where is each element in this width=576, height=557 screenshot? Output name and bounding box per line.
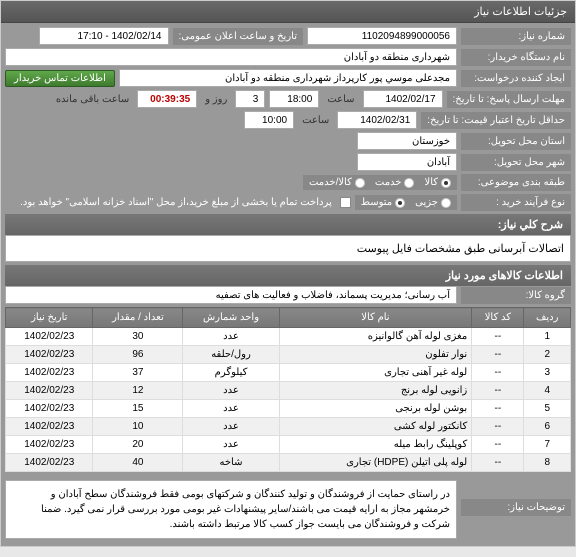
table-row[interactable]: 3--لوله غیر آهنی تجاریکیلوگرم371402/02/2…	[6, 364, 571, 382]
radio-small[interactable]: جزیی	[415, 197, 451, 208]
buyer-label: نام دستگاه خریدار:	[461, 49, 571, 66]
table-row[interactable]: 8--لوله پلی اتیلن (HDPE) تجاریشاخه401402…	[6, 454, 571, 472]
validity-date: 1402/02/31	[337, 111, 417, 129]
buyer-value: شهرداری منطقه دو آبادان	[5, 48, 457, 66]
radio-medium[interactable]: متوسط	[361, 197, 405, 208]
need-no-label: شماره نیاز:	[461, 28, 571, 45]
announce-value: 1402/02/14 - 17:10	[39, 27, 169, 45]
validity-time: 10:00	[244, 111, 294, 129]
province-label: استان محل تحویل:	[461, 133, 571, 150]
radio-service[interactable]: خدمت	[375, 177, 415, 188]
panel-title: جزئیات اطلاعات نیاز	[1, 1, 575, 23]
treasury-note: پرداخت تمام یا بخشی از مبلغ خرید،از محل …	[16, 197, 336, 208]
col-qty: تعداد / مقدار	[93, 308, 183, 328]
countdown-timer: 00:39:35	[137, 90, 197, 108]
radio-both[interactable]: کالا/خدمت	[309, 177, 365, 188]
goods-table: ردیف کد کالا نام کالا واحد شمارش تعداد /…	[5, 307, 571, 472]
category-label: طبقه بندی موضوعی:	[461, 174, 571, 191]
notes-label: توضیحات نیاز:	[461, 499, 571, 516]
need-title-value: اتصالات آبرسانی طبق مشخصات فایل پیوست	[5, 235, 571, 262]
need-title-section: شرح كلي نياز:	[5, 214, 571, 235]
timer-label: ساعت باقی مانده	[52, 94, 133, 105]
col-row: ردیف	[524, 308, 571, 328]
col-unit: واحد شمارش	[183, 308, 279, 328]
deadline-time: 18:00	[269, 90, 319, 108]
table-row[interactable]: 6--کانکتور لوله کشیعدد101402/02/23	[6, 418, 571, 436]
table-row[interactable]: 7--کوپلینگ رابط میلهعدد201402/02/23	[6, 436, 571, 454]
col-date: تاریخ نیاز	[6, 308, 93, 328]
announce-label: تاریخ و ساعت اعلان عمومی:	[173, 28, 304, 45]
deadline-date: 1402/02/17	[363, 90, 443, 108]
validity-label: حداقل تاریخ اعتبار قیمت: تا تاریخ:	[421, 112, 571, 129]
days-remain: 3	[235, 90, 265, 108]
city-value: آبادان	[357, 153, 457, 171]
need-no-value: 1102094899000056	[307, 27, 457, 45]
days-label: روز و	[201, 94, 231, 105]
notes-text: در راستای حمایت از فروشندگان و تولید کنن…	[5, 480, 457, 539]
table-row[interactable]: 2--نوار تفلونرول/حلقه961402/02/23	[6, 346, 571, 364]
category-radio-group: کالا خدمت کالا/خدمت	[303, 175, 457, 190]
creator-label: ایجاد کننده درخواست:	[461, 70, 571, 87]
table-row[interactable]: 1--مغزی لوله آهن گالوانیزهعدد301402/02/2…	[6, 328, 571, 346]
purchase-type-label: نوع فرآیند خرید :	[461, 194, 571, 211]
city-label: شهر محل تحویل:	[461, 154, 571, 171]
province-value: خوزستان	[357, 132, 457, 150]
creator-value: مجدعلی موسي پور کارپرداز شهرداری منطقه د…	[119, 69, 457, 87]
col-name: نام کالا	[279, 308, 472, 328]
time-label-2: ساعت	[298, 115, 333, 126]
table-row[interactable]: 5--بوشن لوله برنجیعدد151402/02/23	[6, 400, 571, 418]
group-value: آب رسانی؛ مدیریت پسماند، فاضلاب و فعالیت…	[5, 286, 457, 304]
contact-buyer-button[interactable]: اطلاعات تماس خریدار	[5, 70, 115, 87]
group-label: گروه کالا:	[461, 287, 571, 304]
time-label-1: ساعت	[323, 94, 358, 105]
deadline-label: مهلت ارسال پاسخ: تا تاریخ:	[447, 91, 571, 108]
col-code: کد کالا	[472, 308, 524, 328]
table-row[interactable]: 4--زانویی لوله برنجعدد121402/02/23	[6, 382, 571, 400]
purchase-type-group: جزیی متوسط	[355, 195, 457, 210]
treasury-checkbox[interactable]	[340, 197, 351, 208]
goods-info-title: اطلاعات کالاهای مورد نیاز	[5, 265, 571, 286]
radio-goods[interactable]: کالا	[424, 177, 451, 188]
